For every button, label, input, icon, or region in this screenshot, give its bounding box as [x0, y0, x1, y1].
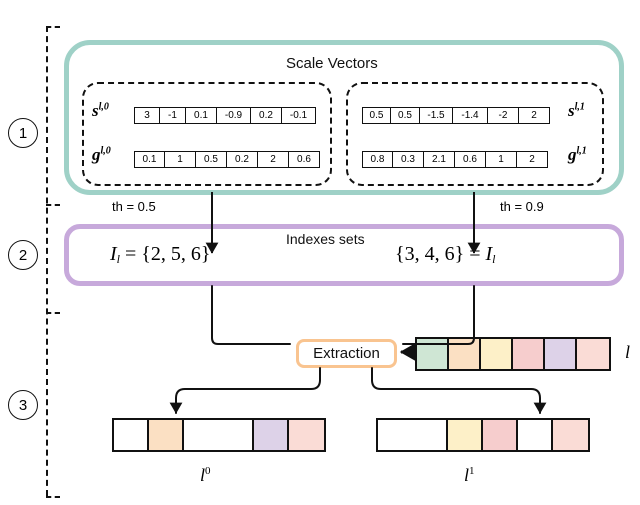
wire-right-index-to-extraction	[402, 285, 475, 345]
diagram-canvas: 1 2 3 Scale Vectors sl,0 3 -1 0.1 -0.9 0.2 -0…	[0, 0, 640, 505]
connector-wires	[169, 192, 547, 414]
arrow-extraction-to-l0	[169, 367, 321, 414]
wire-left-index-to-extraction	[211, 285, 291, 345]
arrow-extraction-to-l1	[371, 367, 547, 414]
